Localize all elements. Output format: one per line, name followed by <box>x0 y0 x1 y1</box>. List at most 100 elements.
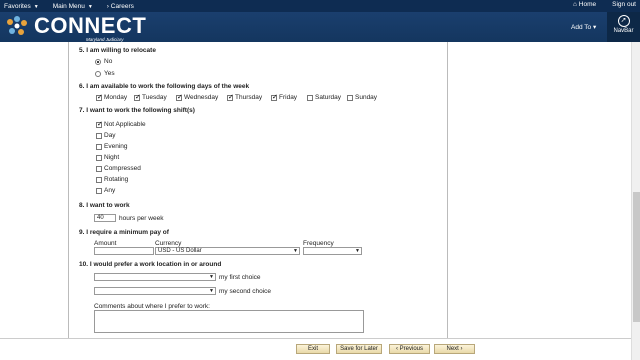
shift-any[interactable]: Any <box>96 187 115 194</box>
radio-no-label: No <box>104 58 113 65</box>
shift-not-applicable[interactable]: Not Applicable <box>96 120 146 128</box>
shift-night-checkbox[interactable] <box>96 154 102 161</box>
main-menu[interactable]: Main Menu ▼ <box>53 3 93 10</box>
comments-textarea[interactable] <box>94 310 364 333</box>
day-sunday[interactable]: Sunday <box>347 94 377 101</box>
shift-label: Not Applicable <box>104 121 146 128</box>
home-link[interactable]: ⌂ Home <box>573 1 596 8</box>
shift-not-applicable-checkbox[interactable] <box>96 120 103 128</box>
hours-suffix: hours per week <box>119 215 164 222</box>
chevron-down-icon: ▼ <box>293 248 298 254</box>
top-menu-bar: Favorites ▼ Main Menu ▼ › Careers ⌂ Home S… <box>0 0 640 12</box>
shift-label: Night <box>104 154 120 161</box>
day-wednesday-checkbox[interactable] <box>176 93 183 101</box>
chevron-right-icon: › <box>458 346 463 352</box>
currency-label: Currency <box>155 240 182 247</box>
day-saturday[interactable]: Saturday <box>307 94 341 101</box>
scrollbar-thumb[interactable] <box>633 192 640 322</box>
first-location-select[interactable]: ▼ <box>94 273 216 281</box>
day-thursday[interactable]: Thursday <box>227 93 263 101</box>
frequency-select[interactable]: ▼ <box>303 247 362 255</box>
shift-label: Day <box>104 132 116 139</box>
shift-day-checkbox[interactable] <box>96 132 102 139</box>
frequency-label: Frequency <box>303 240 334 247</box>
compass-icon: ➚ <box>617 15 630 27</box>
day-friday[interactable]: Friday <box>271 93 298 101</box>
chevron-down-icon: ▼ <box>33 3 39 10</box>
header-banner: CONNECT Maryland Judiciary Add To ▾ ➚ Na… <box>0 12 640 42</box>
day-sunday-checkbox[interactable] <box>347 94 353 101</box>
chevron-down-icon: ▼ <box>209 274 214 280</box>
chevron-down-icon: ▼ <box>355 248 360 254</box>
day-thursday-label: Thursday <box>235 94 263 101</box>
chevron-down-icon: ▼ <box>87 3 93 10</box>
day-thursday-checkbox[interactable] <box>227 93 234 101</box>
radio-no[interactable]: No <box>95 58 112 65</box>
second-location-select[interactable]: ▼ <box>94 287 216 295</box>
vertical-scrollbar[interactable] <box>631 42 640 360</box>
add-to-label: Add To <box>571 24 592 31</box>
radio-yes[interactable]: Yes <box>95 70 115 77</box>
day-wednesday-label: Wednesday <box>184 94 219 101</box>
breadcrumb[interactable]: › Careers <box>107 3 134 10</box>
question-pay: 9. I require a minimum pay of <box>79 229 169 236</box>
amount-input[interactable] <box>94 247 154 255</box>
navbar-button[interactable]: ➚ NavBar <box>607 12 640 42</box>
home-label: Home <box>578 1 597 8</box>
day-sunday-label: Sunday <box>355 94 378 101</box>
footer-toolbar: Exit Save for Later ‹ Previous Next › <box>0 338 631 360</box>
shift-label: Rotating <box>104 176 129 183</box>
next-label: Next <box>446 346 459 352</box>
question-days: 6. I am available to work the following … <box>79 83 250 90</box>
comments-label: Comments about where I prefer to work: <box>94 303 210 310</box>
shift-rotating[interactable]: Rotating <box>96 176 128 183</box>
day-wednesday[interactable]: Wednesday <box>176 93 219 101</box>
day-friday-checkbox[interactable] <box>271 93 278 101</box>
day-monday-checkbox[interactable] <box>96 93 103 101</box>
day-friday-label: Friday <box>279 94 298 101</box>
day-tuesday-checkbox[interactable] <box>134 93 141 101</box>
currency-value: USD - US Dollar <box>158 248 202 254</box>
previous-label: Previous <box>399 346 423 352</box>
shift-compressed-checkbox[interactable] <box>96 165 102 172</box>
question-location: 10. I would prefer a work location in or… <box>79 261 222 268</box>
main-menu-label: Main Menu <box>52 2 85 10</box>
signout-link[interactable]: Sign out <box>612 1 636 8</box>
connect-logo-icon <box>7 16 27 35</box>
shift-night[interactable]: Night <box>96 154 119 161</box>
shift-evening-checkbox[interactable] <box>96 143 102 150</box>
day-tuesday[interactable]: Tuesday <box>134 93 167 101</box>
next-button[interactable]: Next › <box>434 344 475 354</box>
shift-rotating-checkbox[interactable] <box>96 176 102 183</box>
second-choice-label: my second choice <box>219 288 272 295</box>
first-choice-label: my first choice <box>219 274 261 281</box>
question-hours: 8. I want to work <box>79 202 130 209</box>
shift-compressed[interactable]: Compressed <box>96 165 141 172</box>
currency-select[interactable]: USD - US Dollar ▼ <box>155 247 300 255</box>
shift-evening[interactable]: Evening <box>96 143 128 150</box>
shift-label: Compressed <box>104 165 141 172</box>
breadcrumb-separator-icon: › <box>106 2 109 10</box>
brand-title: CONNECT <box>34 13 147 38</box>
radio-yes-control[interactable] <box>95 70 101 77</box>
breadcrumb-careers: Careers <box>110 2 134 10</box>
amount-label: Amount <box>94 240 117 247</box>
shift-label: Evening <box>104 143 128 150</box>
hours-input[interactable]: 40 <box>94 214 116 222</box>
day-saturday-label: Saturday <box>315 94 342 101</box>
previous-button[interactable]: ‹ Previous <box>389 344 430 354</box>
day-saturday-checkbox[interactable] <box>307 94 313 101</box>
chevron-down-icon: ▼ <box>209 288 214 294</box>
exit-button[interactable]: Exit <box>296 344 330 354</box>
home-icon: ⌂ <box>573 1 577 8</box>
save-for-later-button[interactable]: Save for Later <box>336 344 382 354</box>
add-to-menu[interactable]: Add To ▾ <box>571 23 596 31</box>
favorites-label: Favorites <box>4 2 31 10</box>
radio-no-control[interactable] <box>95 58 101 65</box>
radio-yes-label: Yes <box>104 70 115 77</box>
day-monday[interactable]: Monday <box>96 93 127 101</box>
question-shifts: 7. I want to work the following shift(s) <box>79 107 195 114</box>
shift-day[interactable]: Day <box>96 132 116 139</box>
favorites-menu[interactable]: Favorites ▼ <box>4 3 39 10</box>
shift-any-checkbox[interactable] <box>96 187 102 194</box>
